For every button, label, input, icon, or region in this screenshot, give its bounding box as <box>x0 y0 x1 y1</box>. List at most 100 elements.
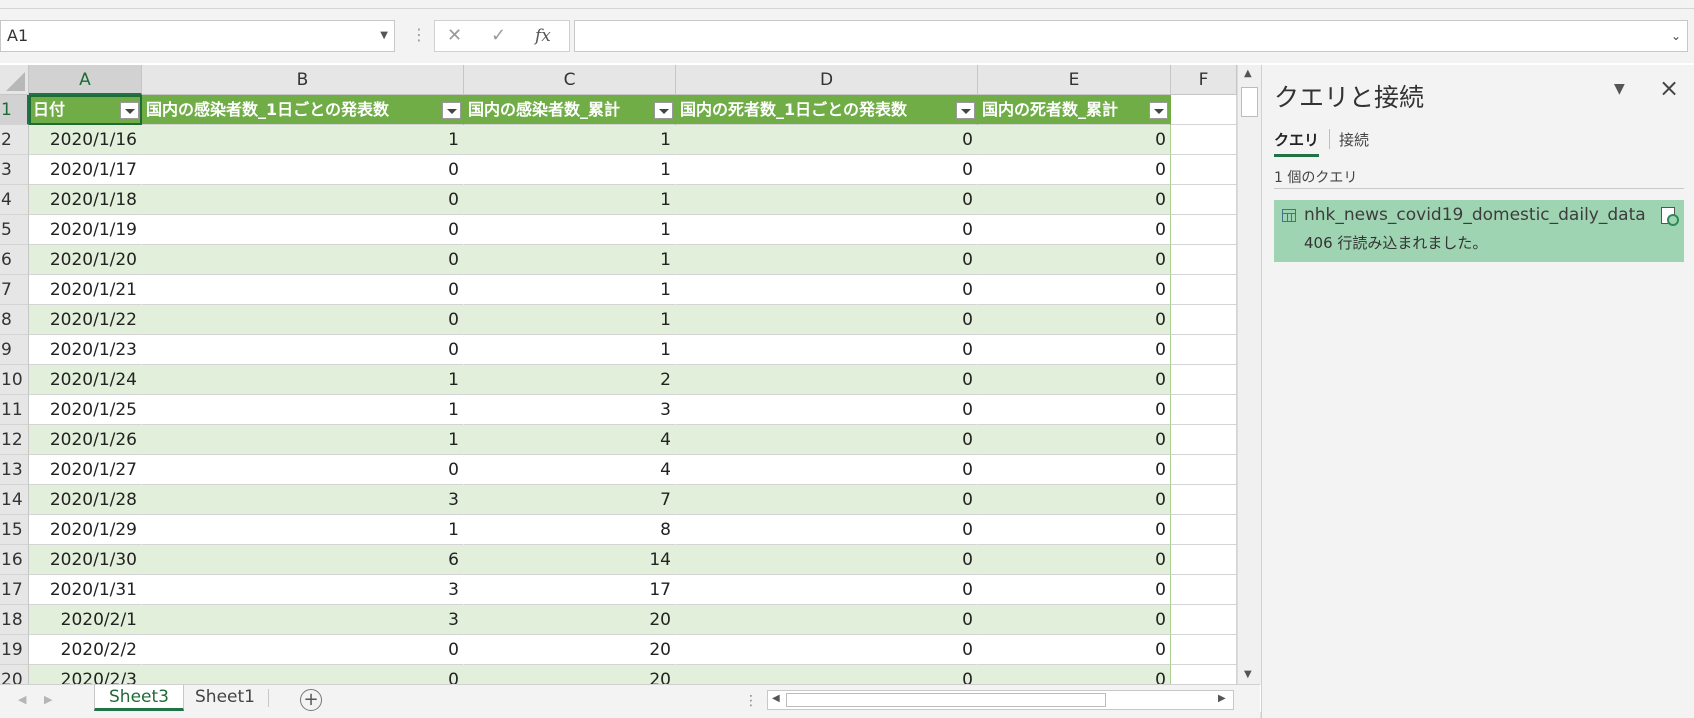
table-cell[interactable]: 0 <box>676 455 978 485</box>
table-cell[interactable]: 0 <box>676 635 978 665</box>
row-header[interactable]: 4 <box>0 185 29 215</box>
sheet-tab-sheet1[interactable]: Sheet1 <box>181 685 269 711</box>
table-cell[interactable]: 3 <box>142 575 464 605</box>
vertical-scroll-thumb[interactable] <box>1241 87 1258 117</box>
table-cell[interactable]: 0 <box>978 125 1171 155</box>
query-item[interactable]: nhk_news_covid19_domestic_daily_data 406… <box>1274 200 1684 262</box>
table-cell[interactable]: 0 <box>978 275 1171 305</box>
scroll-left-icon[interactable]: ◀ <box>772 693 780 704</box>
table-cell[interactable]: 2020/1/22 <box>29 305 142 335</box>
table-cell[interactable]: 0 <box>978 155 1171 185</box>
table-cell[interactable]: 0 <box>978 605 1171 635</box>
cell-col-f[interactable] <box>1171 455 1237 485</box>
table-cell[interactable]: 1 <box>142 395 464 425</box>
table-cell[interactable]: 1 <box>464 155 676 185</box>
scroll-right-icon[interactable]: ▶ <box>1218 693 1226 704</box>
table-cell[interactable]: 2020/1/31 <box>29 575 142 605</box>
table-cell[interactable]: 0 <box>978 425 1171 455</box>
table-cell[interactable]: 0 <box>676 185 978 215</box>
horizontal-scroll-thumb[interactable] <box>786 693 1106 707</box>
cell-col-f[interactable] <box>1171 215 1237 245</box>
close-icon[interactable]: × <box>1659 74 1679 102</box>
table-cell[interactable]: 0 <box>676 425 978 455</box>
cell-col-f[interactable] <box>1171 155 1237 185</box>
row-header[interactable]: 10 <box>0 365 29 395</box>
formula-input[interactable]: ⌄ <box>574 20 1688 52</box>
worksheet-grid[interactable]: A B C D E F 1 日付 国内の感染者数_1日ごとの発表数 国内の感染者数_累計 国内の死者… <box>0 65 1243 685</box>
table-cell[interactable]: 0 <box>978 365 1171 395</box>
column-header-e[interactable]: E <box>978 65 1171 95</box>
vertical-scrollbar[interactable]: ▲ ▼ <box>1237 65 1261 685</box>
row-header[interactable]: 16 <box>0 545 29 575</box>
table-cell[interactable]: 1 <box>464 215 676 245</box>
column-header-b[interactable]: B <box>142 65 464 95</box>
table-cell[interactable]: 1 <box>464 335 676 365</box>
expand-formula-bar-icon[interactable]: ⌄ <box>1671 29 1681 43</box>
table-cell[interactable]: 2020/1/27 <box>29 455 142 485</box>
scroll-down-icon[interactable]: ▼ <box>1244 669 1252 680</box>
table-cell[interactable]: 6 <box>142 545 464 575</box>
table-cell[interactable]: 1 <box>142 365 464 395</box>
row-header[interactable]: 14 <box>0 485 29 515</box>
table-cell[interactable]: 0 <box>142 185 464 215</box>
cell-col-f[interactable] <box>1171 125 1237 155</box>
cell-col-f[interactable] <box>1171 275 1237 305</box>
table-cell[interactable]: 2020/1/19 <box>29 215 142 245</box>
cell-col-f[interactable] <box>1171 95 1237 125</box>
table-cell[interactable]: 0 <box>676 305 978 335</box>
table-cell[interactable]: 2020/1/26 <box>29 425 142 455</box>
table-cell[interactable]: 2020/2/1 <box>29 605 142 635</box>
table-cell[interactable]: 17 <box>464 575 676 605</box>
cell-col-f[interactable] <box>1171 545 1237 575</box>
table-header-cell[interactable]: 国内の死者数_1日ごとの発表数 <box>676 95 978 125</box>
table-cell[interactable]: 2020/1/28 <box>29 485 142 515</box>
table-cell[interactable]: 20 <box>464 635 676 665</box>
table-cell[interactable]: 7 <box>464 485 676 515</box>
enter-icon[interactable]: ✓ <box>491 21 506 51</box>
table-cell[interactable]: 2020/1/25 <box>29 395 142 425</box>
cell-col-f[interactable] <box>1171 335 1237 365</box>
table-cell[interactable]: 3 <box>142 605 464 635</box>
row-header[interactable]: 17 <box>0 575 29 605</box>
cell-col-f[interactable] <box>1171 635 1237 665</box>
table-cell[interactable]: 0 <box>978 665 1171 685</box>
table-cell[interactable]: 2020/1/16 <box>29 125 142 155</box>
table-cell[interactable]: 2020/1/18 <box>29 185 142 215</box>
cell-col-f[interactable] <box>1171 665 1237 685</box>
table-cell[interactable]: 4 <box>464 455 676 485</box>
table-cell[interactable]: 4 <box>464 425 676 455</box>
pane-options-icon[interactable]: ▼ <box>1614 81 1625 97</box>
table-cell[interactable]: 1 <box>464 125 676 155</box>
column-header-d[interactable]: D <box>676 65 978 95</box>
table-cell[interactable]: 0 <box>676 395 978 425</box>
table-cell[interactable]: 0 <box>676 275 978 305</box>
table-cell[interactable]: 0 <box>676 665 978 685</box>
table-cell[interactable]: 8 <box>464 515 676 545</box>
table-cell[interactable]: 0 <box>978 395 1171 425</box>
table-cell[interactable]: 1 <box>142 125 464 155</box>
table-cell[interactable]: 0 <box>142 665 464 685</box>
row-header[interactable]: 19 <box>0 635 29 665</box>
table-cell[interactable]: 3 <box>464 395 676 425</box>
table-cell[interactable]: 2020/1/20 <box>29 245 142 275</box>
table-cell[interactable]: 0 <box>978 485 1171 515</box>
row-header[interactable]: 12 <box>0 425 29 455</box>
row-header[interactable]: 9 <box>0 335 29 365</box>
table-cell[interactable]: 1 <box>464 275 676 305</box>
tab-connections[interactable]: 接続 <box>1339 129 1369 150</box>
row-header[interactable]: 13 <box>0 455 29 485</box>
cell-col-f[interactable] <box>1171 605 1237 635</box>
name-box[interactable]: A1 ▼ <box>0 20 395 52</box>
refresh-query-icon[interactable] <box>1661 207 1679 226</box>
formula-bar-splitter[interactable]: ⋮ <box>411 25 427 45</box>
horizontal-scrollbar[interactable]: ◀ ▶ <box>767 690 1234 710</box>
table-cell[interactable]: 20 <box>464 665 676 685</box>
table-header-cell[interactable]: 国内の感染者数_1日ごとの発表数 <box>142 95 464 125</box>
table-cell[interactable]: 0 <box>676 545 978 575</box>
cell-col-f[interactable] <box>1171 575 1237 605</box>
column-header-a[interactable]: A <box>29 65 142 95</box>
table-cell[interactable]: 0 <box>142 245 464 275</box>
table-cell[interactable]: 0 <box>978 575 1171 605</box>
row-header[interactable]: 11 <box>0 395 29 425</box>
table-cell[interactable]: 2020/1/23 <box>29 335 142 365</box>
